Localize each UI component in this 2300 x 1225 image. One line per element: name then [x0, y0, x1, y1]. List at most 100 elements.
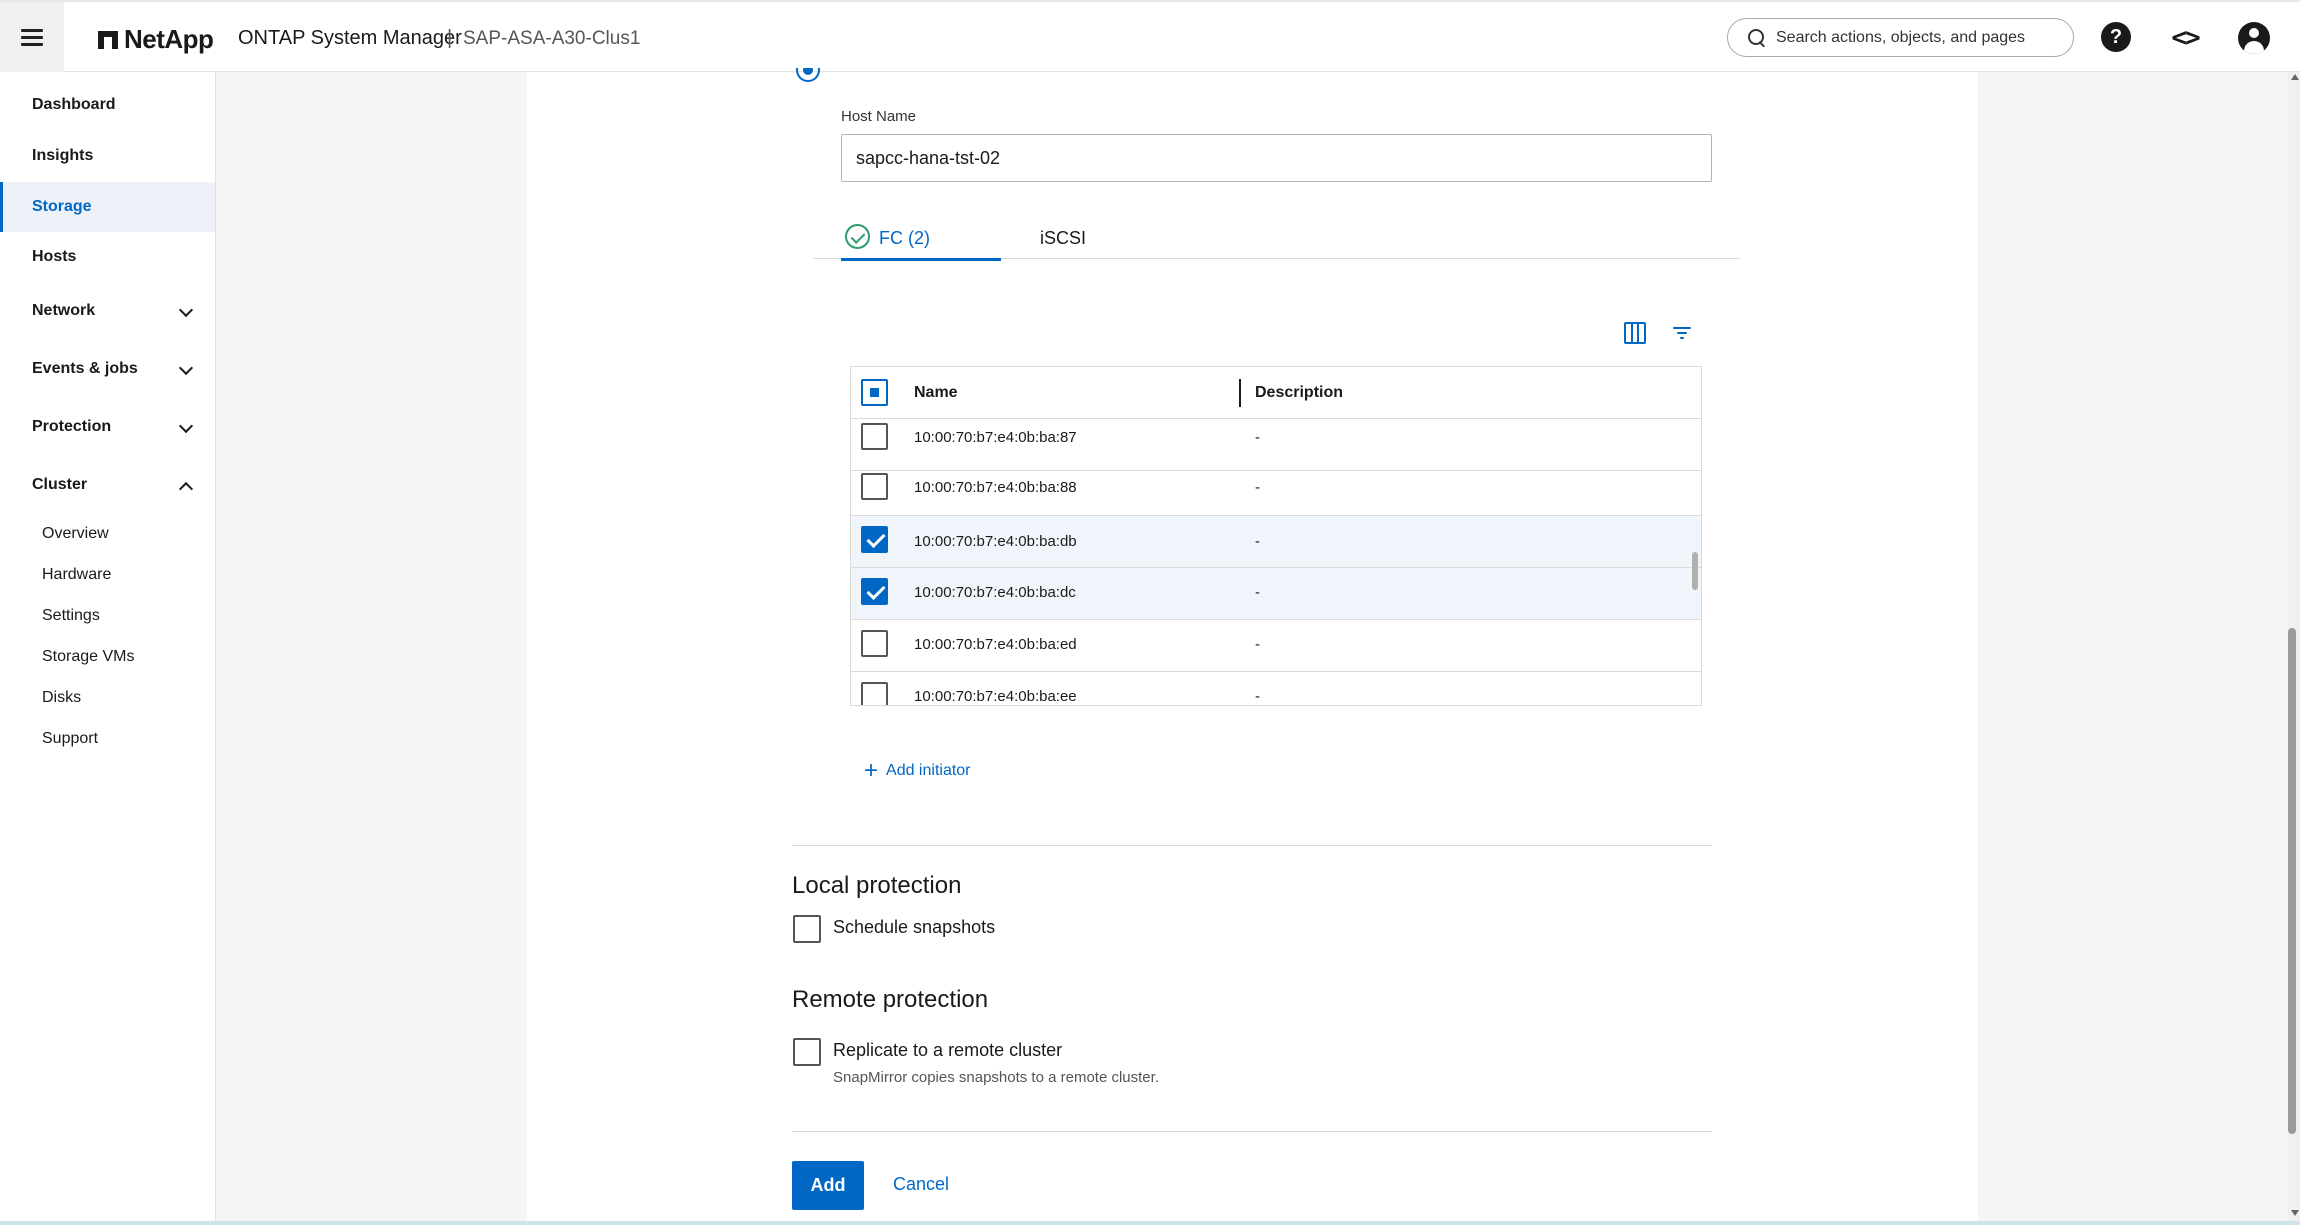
column-resize-handle[interactable]: [1239, 379, 1241, 407]
sidebar-item-dashboard[interactable]: Dashboard: [0, 81, 215, 129]
replicate-remote-checkbox[interactable]: [793, 1038, 821, 1066]
sidebar-item-cluster[interactable]: Cluster: [0, 461, 215, 509]
table-row[interactable]: 10:00:70:b7:e4:0b:ba:88 -: [851, 464, 1701, 516]
sidebar-item-storage[interactable]: Storage: [0, 182, 215, 232]
initiator-description: -: [1255, 479, 1260, 496]
page-scroll-thumb[interactable]: [2288, 628, 2296, 1134]
chevron-up-icon: [178, 481, 194, 497]
table-scrollbar[interactable]: [1692, 552, 1698, 590]
replicate-remote-help: SnapMirror copies snapshots to a remote …: [833, 1069, 1159, 1086]
column-header-description[interactable]: Description: [1255, 384, 1343, 402]
sidebar-item-label: Dashboard: [32, 96, 116, 113]
tab-label: iSCSI: [1040, 227, 1087, 248]
chevron-down-icon: [178, 302, 194, 318]
host-name-label: Host Name: [841, 108, 917, 125]
sidebar-subitem-support[interactable]: Support: [42, 730, 98, 748]
filter-icon[interactable]: [1673, 322, 1695, 344]
initiator-name: 10:00:70:b7:e4:0b:ba:ee: [914, 688, 1077, 705]
code-icon[interactable]: <>: [2169, 22, 2201, 54]
initiator-description: -: [1255, 688, 1260, 705]
replicate-remote-label[interactable]: Replicate to a remote cluster: [833, 1040, 1062, 1061]
section-divider: [792, 1131, 1712, 1132]
sidebar-item-label: Cluster: [32, 476, 88, 493]
initiator-name: 10:00:70:b7:e4:0b:ba:dc: [914, 584, 1076, 601]
columns-icon[interactable]: [1624, 322, 1646, 344]
chevron-down-icon: [178, 418, 194, 434]
sidebar-item-protection[interactable]: Protection: [0, 403, 215, 451]
sidebar-item-label: Protection: [32, 418, 112, 435]
initiator-description: -: [1255, 584, 1260, 601]
sidebar-subitem-disks[interactable]: Disks: [42, 689, 81, 707]
row-checkbox[interactable]: [861, 473, 888, 500]
sidebar-subitem-overview[interactable]: Overview: [42, 525, 109, 543]
add-initiator-label: Add initiator: [886, 762, 971, 779]
tab-iscsi[interactable]: iSCSI: [1040, 218, 1086, 258]
add-initiator-link[interactable]: + Add initiator: [864, 757, 971, 784]
global-search[interactable]: [1727, 18, 2074, 57]
row-checkbox[interactable]: [861, 423, 888, 450]
bottom-border: [0, 1221, 2300, 1225]
plus-icon: +: [864, 757, 879, 784]
sidebar-item-events-jobs[interactable]: Events & jobs: [0, 345, 215, 393]
sidebar-item-label: Storage: [32, 198, 92, 215]
scroll-up-icon[interactable]: [2291, 74, 2299, 80]
table-row[interactable]: 10:00:70:b7:e4:0b:ba:ee -: [851, 672, 1701, 705]
sidebar-subitem-settings[interactable]: Settings: [42, 607, 100, 625]
table-row[interactable]: 10:00:70:b7:e4:0b:ba:db -: [851, 516, 1701, 568]
tab-label: FC (2): [879, 227, 930, 248]
table-row[interactable]: 10:00:70:b7:e4:0b:ba:ed -: [851, 620, 1701, 672]
row-checkbox[interactable]: [861, 578, 888, 605]
top-header: NetApp ONTAP System Manager | SAP-ASA-A3…: [0, 0, 2300, 72]
scroll-down-icon[interactable]: [2291, 1210, 2299, 1216]
initiator-name: 10:00:70:b7:e4:0b:ba:db: [914, 533, 1077, 550]
initiators-table: Name Description 10:00:70:b7:e4:0b:ba:87…: [850, 366, 1702, 706]
sidebar-subitem-hardware[interactable]: Hardware: [42, 566, 111, 584]
section-divider: [792, 845, 1712, 846]
search-input[interactable]: [1776, 28, 2066, 47]
row-checkbox[interactable]: [861, 682, 888, 705]
help-icon[interactable]: ?: [2101, 22, 2131, 52]
sidebar-item-label: Hosts: [32, 248, 77, 265]
initiator-name: 10:00:70:b7:e4:0b:ba:88: [914, 479, 1077, 496]
sidebar-item-label: Events & jobs: [32, 360, 138, 377]
netapp-logo[interactable]: NetApp: [98, 24, 214, 55]
initiator-description: -: [1255, 533, 1260, 550]
sidebar-item-network[interactable]: Network: [0, 287, 215, 335]
search-icon: [1748, 28, 1766, 47]
sidebar-item-label: Network: [32, 302, 96, 319]
app-title: ONTAP System Manager: [238, 27, 462, 49]
row-checkbox[interactable]: [861, 630, 888, 657]
row-checkbox[interactable]: [861, 526, 888, 553]
schedule-snapshots-label[interactable]: Schedule snapshots: [833, 917, 995, 938]
netapp-logo-icon: [98, 30, 118, 49]
cancel-button[interactable]: Cancel: [893, 1174, 949, 1195]
host-name-input[interactable]: [841, 134, 1712, 182]
sidebar-item-insights[interactable]: Insights: [0, 132, 215, 180]
local-protection-title: Local protection: [792, 872, 962, 899]
sidebar-item-hosts[interactable]: Hosts: [0, 233, 215, 281]
schedule-snapshots-checkbox[interactable]: [793, 915, 821, 943]
column-header-name[interactable]: Name: [914, 384, 958, 402]
brand-name: NetApp: [124, 24, 214, 54]
table-header: Name Description: [851, 367, 1701, 419]
initiator-description: -: [1255, 429, 1260, 446]
table-row[interactable]: 10:00:70:b7:e4:0b:ba:dc -: [851, 568, 1701, 620]
tab-fc[interactable]: FC (2): [841, 218, 1001, 261]
chevron-down-icon: [178, 360, 194, 376]
initiator-name: 10:00:70:b7:e4:0b:ba:87: [914, 429, 1077, 446]
user-account-icon[interactable]: [2238, 22, 2270, 54]
check-circle-icon: [845, 224, 870, 249]
initiator-name: 10:00:70:b7:e4:0b:ba:ed: [914, 636, 1077, 653]
sidebar-subitem-storage-vms[interactable]: Storage VMs: [42, 648, 134, 666]
sidebar-item-label: Insights: [32, 147, 94, 164]
initiator-description: -: [1255, 636, 1260, 653]
menu-toggle-button[interactable]: [0, 2, 64, 72]
cluster-name: SAP-ASA-A30-Clus1: [463, 28, 641, 49]
title-separator: |: [447, 27, 453, 49]
page-scrollbar[interactable]: [2288, 72, 2300, 1222]
select-all-checkbox[interactable]: [861, 379, 888, 406]
sidebar: Dashboard Insights Storage Hosts Network…: [0, 72, 216, 1225]
remote-protection-title: Remote protection: [792, 986, 989, 1013]
hamburger-icon: [21, 29, 43, 46]
add-button[interactable]: Add: [792, 1161, 864, 1210]
